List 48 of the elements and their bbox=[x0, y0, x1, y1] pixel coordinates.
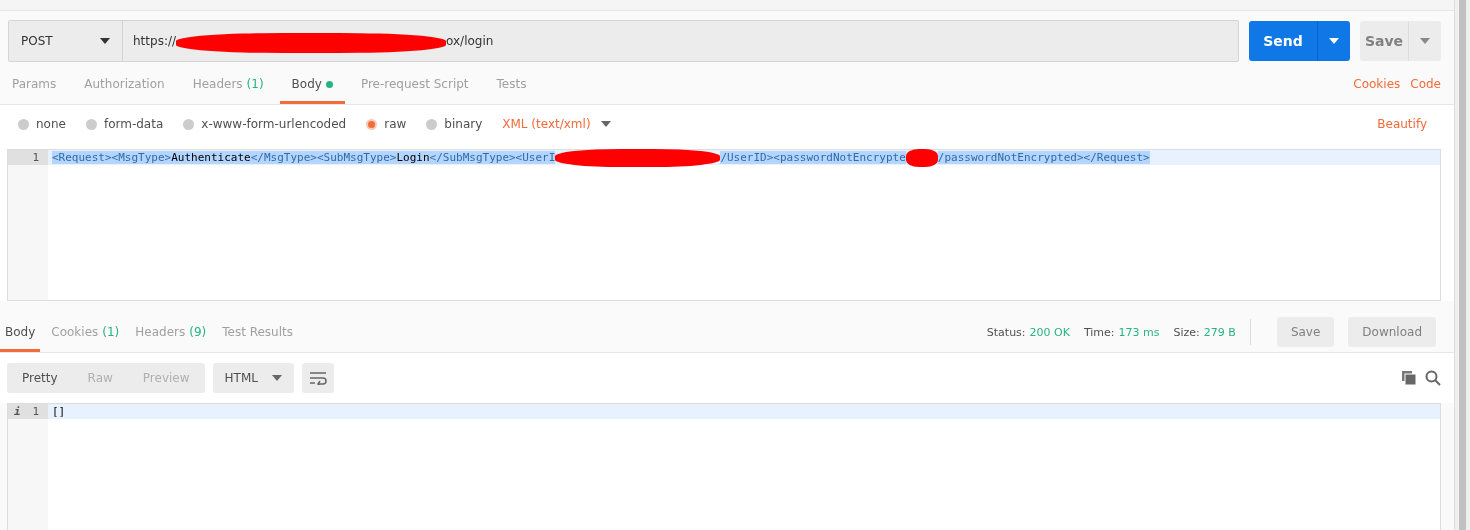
save-button[interactable]: Save bbox=[1360, 21, 1441, 61]
wrap-button[interactable] bbox=[301, 363, 334, 393]
body-type-radio[interactable]: binary bbox=[426, 117, 483, 131]
search-icon[interactable] bbox=[1425, 370, 1441, 386]
caret-icon bbox=[600, 121, 611, 127]
link[interactable]: Cookies bbox=[1353, 64, 1401, 104]
meta-label: Status: bbox=[986, 325, 1026, 339]
request-tab[interactable]: Params bbox=[0, 64, 69, 104]
link[interactable]: Code bbox=[1410, 64, 1441, 104]
send-button[interactable]: Send bbox=[1249, 21, 1350, 61]
meta-value: 173 ms bbox=[1118, 325, 1160, 339]
caret-icon bbox=[1420, 38, 1430, 44]
wrap-icon bbox=[308, 371, 327, 385]
line-number: 1 bbox=[32, 404, 39, 419]
scrollbar[interactable] bbox=[1454, 0, 1470, 530]
content-type-dropdown[interactable]: XML (text/xml) bbox=[502, 117, 611, 131]
request-tab[interactable]: Authorization bbox=[72, 64, 177, 104]
code-editor[interactable]: 1 <Request><MsgType>Authenticate</MsgType><SubMsgType>Login</SubMsgType><UserI /UserID><passwordNotEncrypte /passwordNotEncrypted></Request> bbox=[7, 149, 1441, 301]
response-tab[interactable]: Test Results bbox=[217, 312, 298, 352]
response-tab[interactable]: Cookies (1) bbox=[46, 312, 125, 352]
meta-label: Time: bbox=[1083, 325, 1115, 339]
body-type-radio[interactable]: raw bbox=[366, 117, 407, 131]
meta-value: 200 OK bbox=[1029, 325, 1070, 339]
line-number: 1 bbox=[8, 150, 48, 165]
body-type-radio[interactable]: none bbox=[18, 117, 66, 131]
response-tab[interactable]: Headers (9) bbox=[130, 312, 212, 352]
response-button[interactable]: Download bbox=[1348, 317, 1436, 347]
redaction-mark bbox=[905, 148, 938, 167]
request-tab[interactable]: Headers (1) bbox=[180, 64, 276, 104]
view-mode-tab[interactable]: Pretty bbox=[7, 363, 73, 393]
code-text: /passwordNotEncrypted></Request> bbox=[937, 151, 1150, 164]
meta-value: 279 B bbox=[1203, 325, 1236, 339]
beautify-link[interactable]: Beautify bbox=[1377, 117, 1427, 131]
format-dropdown[interactable]: HTML bbox=[212, 363, 294, 393]
view-mode-tab[interactable]: Preview bbox=[127, 363, 205, 393]
body-type-radio[interactable]: form-data bbox=[85, 117, 164, 131]
view-mode-tab[interactable]: Raw bbox=[72, 363, 128, 393]
copy-icon[interactable] bbox=[1401, 370, 1417, 386]
code-text: /UserID><passwordNotEncrypte bbox=[720, 151, 906, 164]
body-type-radio[interactable]: x-www-form-urlencoded bbox=[183, 117, 347, 131]
info-mark: i bbox=[14, 404, 21, 419]
caret-icon bbox=[1329, 38, 1339, 44]
meta-label: Size: bbox=[1173, 325, 1200, 339]
code-text: <Request><MsgType>Authenticate</MsgType><SubMsgType>Login</SubMsgType><UserI bbox=[52, 151, 556, 164]
request-tab[interactable]: Pre-request Script bbox=[348, 64, 481, 104]
request-tab[interactable]: Tests bbox=[484, 64, 539, 104]
response-button[interactable]: Save bbox=[1276, 317, 1335, 347]
caret-icon bbox=[271, 375, 282, 381]
